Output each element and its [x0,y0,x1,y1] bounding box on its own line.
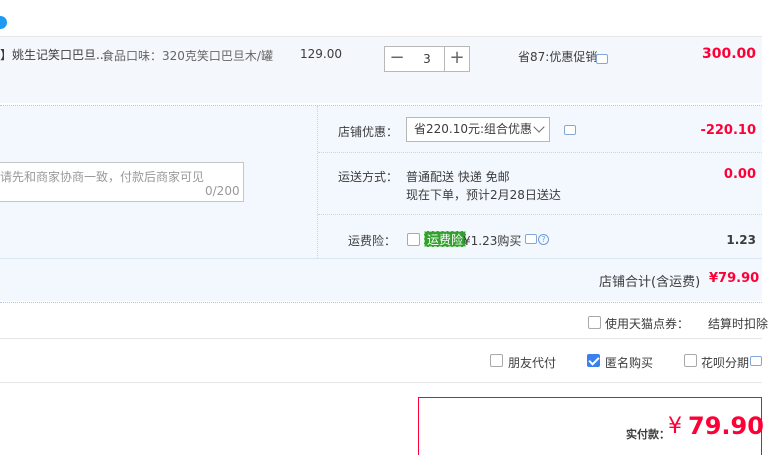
quantity-increase-button[interactable]: + [444,46,470,72]
insurance-checkbox[interactable] [407,233,420,246]
shipping-eta: 现在下单，预计2月28日送达 [406,188,561,202]
shop-total-value: ¥79.90 [709,271,760,286]
huabei-checkbox[interactable] [684,354,697,367]
chat-icon[interactable] [596,54,608,64]
shop-discount-select[interactable]: 省220.10元:组合优惠 [406,117,550,142]
divider [0,302,762,303]
shipping-label: 运送方式： [338,170,399,184]
chat-icon[interactable] [564,125,576,135]
memo-placeholder: 请先和商家协商一致，付款后商家可见 [0,170,205,184]
line-total: 300.00 [701,46,756,62]
promo-text: 省87:优惠促销 [518,50,598,64]
divider [0,258,762,259]
divider [0,382,762,383]
friend-pay-checkbox[interactable] [490,354,503,367]
divider [317,106,318,258]
shop-discount-value: -220.10 [700,123,756,138]
shipping-value: 0.00 [723,167,756,182]
insurance-label: 运费险： [348,234,397,248]
huabei-label: 花呗分期 [701,356,750,370]
divider [318,214,762,215]
quantity-input[interactable]: 3 [409,46,445,72]
help-icon[interactable]: ? [538,234,549,245]
payment-label: 实付款： [626,428,670,441]
memo-counter: 0/200 [205,184,240,198]
chat-icon[interactable] [525,234,537,244]
product-attribute: 食品口味：320克笑口巴旦木/罐 [102,49,273,63]
insurance-price: ¥1.23购买 [463,234,522,248]
payment-amount: 79.90 [688,412,764,440]
divider [0,338,762,339]
insurance-value: 1.23 [726,233,756,247]
product-name[interactable]: 】姚生记笑口巴旦... [0,46,107,63]
anonymous-checkbox[interactable] [587,354,600,367]
top-badge-icon [0,16,7,29]
shop-discount-selected: 省220.10元:组合优惠 [414,122,533,136]
unit-price: 129.00 [300,47,342,61]
shipping-method: 普通配送 快递 免邮 [406,170,510,184]
chevron-down-icon [533,121,545,133]
anonymous-label: 匿名购买 [605,356,654,370]
coupon-note: 结算时扣除 [708,317,769,331]
coupon-label: 使用天猫点券： [605,317,690,331]
chat-icon[interactable] [750,356,762,366]
quantity-decrease-button[interactable]: − [384,46,410,72]
payment-currency: ¥ [668,414,682,439]
shop-total-label: 店铺合计(含运费) [599,275,701,290]
shop-discount-label: 店铺优惠： [338,125,399,139]
divider [318,152,762,153]
coupon-checkbox[interactable] [588,316,601,329]
friend-pay-label: 朋友代付 [508,356,557,370]
insurance-badge: 运费险 [424,231,467,247]
